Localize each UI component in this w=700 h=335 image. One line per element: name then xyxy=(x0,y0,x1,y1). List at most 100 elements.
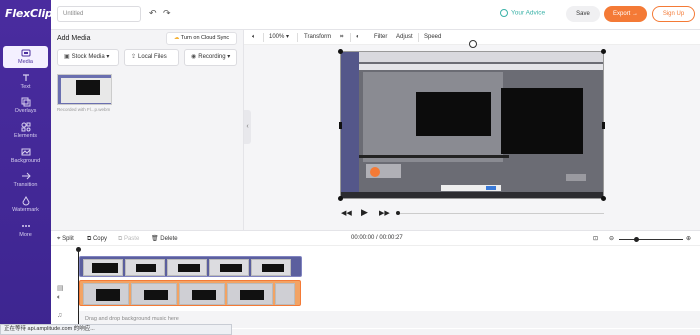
paste-icon: ⧉ xyxy=(118,236,123,242)
play-icon[interactable]: ▶ xyxy=(361,208,368,217)
top-bar: Untitled ↶ ↷ Your Advice Save Export → S… xyxy=(51,0,700,30)
zoom-in-icon[interactable]: ⊕ xyxy=(686,235,691,243)
fast-forward-icon[interactable]: ▶▶ xyxy=(379,209,390,218)
recording-dropdown[interactable]: ◉ Recording ▾ xyxy=(184,49,237,66)
transition-icon xyxy=(21,172,31,180)
more-icon xyxy=(21,225,30,227)
sidebar-item-label: Media xyxy=(18,59,33,65)
media-thumbnail[interactable] xyxy=(57,74,112,105)
overlays-icon xyxy=(21,97,30,107)
resize-handle[interactable] xyxy=(601,49,606,54)
resize-handle[interactable] xyxy=(338,196,343,201)
resize-handle[interactable] xyxy=(338,49,343,54)
delete-button[interactable]: 🗑︎ Delete xyxy=(151,235,178,243)
media-panel-title: Add Media xyxy=(57,35,91,42)
speed-button[interactable]: Speed xyxy=(424,33,441,42)
local-files-button[interactable]: ⇪ Local Files xyxy=(124,49,179,66)
adjust-button[interactable]: Adjust xyxy=(396,33,413,42)
project-title-input[interactable]: Untitled xyxy=(57,6,141,22)
sidebar-item-background[interactable]: Background xyxy=(3,145,48,167)
cloud-icon: ☁ xyxy=(173,35,180,41)
app-logo[interactable]: FlexClip xyxy=(5,7,53,20)
text-icon xyxy=(22,74,29,81)
media-icon xyxy=(21,49,30,57)
color-icon[interactable]: ◐ xyxy=(356,33,360,42)
split-label: Split xyxy=(62,236,74,242)
zoom-value: 100% xyxy=(269,34,285,40)
upload-icon: ⇪ xyxy=(131,54,137,60)
recording-label: Recording xyxy=(198,54,226,60)
sidebar: FlexClip Media Text Overlays Elements Ba… xyxy=(0,0,53,335)
stock-media-icon: ▣ xyxy=(64,54,70,60)
progress-knob[interactable] xyxy=(396,211,400,215)
local-files-label: Local Files xyxy=(138,54,167,60)
redo-icon[interactable]: ↷ xyxy=(163,9,172,18)
browser-status-bar: 正在等待 api.amplitude.com 的响应... xyxy=(0,324,232,335)
sidebar-item-label: Text xyxy=(20,84,31,90)
advice-icon xyxy=(500,9,508,17)
volume-icon[interactable]: 🔈︎ xyxy=(57,294,61,302)
sidebar-item-label: Transition xyxy=(13,182,38,188)
zoom-select[interactable]: 100% ▾ xyxy=(269,33,289,42)
video-preview[interactable] xyxy=(340,51,604,199)
recording-icon: ◉ xyxy=(191,54,197,60)
background-icon xyxy=(21,148,30,156)
transform-button[interactable]: Transform xyxy=(304,33,331,42)
trash-icon: 🗑︎ xyxy=(151,236,159,242)
media-panel: Add Media ☁ Turn on Cloud Sync ▣ Stock Me… xyxy=(51,30,244,230)
resize-handle[interactable] xyxy=(339,122,342,129)
filter-button[interactable]: Filter xyxy=(374,33,387,42)
watermark-icon xyxy=(21,196,30,206)
timecode: 00:00:00 / 00:00:27 xyxy=(351,235,403,241)
zoom-out-icon[interactable]: ⊖ xyxy=(609,235,614,243)
sidebar-item-watermark[interactable]: Watermark xyxy=(3,194,48,216)
resize-handle[interactable] xyxy=(601,196,606,201)
paste-button[interactable]: ⧉ Paste xyxy=(118,235,139,243)
sidebar-item-label: More xyxy=(19,232,32,238)
playhead[interactable] xyxy=(78,250,79,335)
playback-bar: ◀◀ ▶ ▶▶ xyxy=(251,205,700,221)
rotate-handle-icon[interactable] xyxy=(469,40,477,48)
sidebar-item-elements[interactable]: Elements xyxy=(3,120,48,142)
timeline-zoom-knob[interactable] xyxy=(634,237,639,242)
sidebar-item-text[interactable]: Text xyxy=(3,71,48,93)
copy-icon: ⧉ xyxy=(87,236,92,242)
copy-button[interactable]: ⧉ Copy xyxy=(87,235,107,243)
music-note-icon: ♫ xyxy=(57,312,63,319)
video-track-icon: ▤ xyxy=(57,285,64,292)
video-frame-image xyxy=(341,52,603,198)
volume-icon[interactable]: 🔈︎ xyxy=(252,33,256,42)
sidebar-item-label: Elements xyxy=(14,133,37,139)
total-time: 00:00:27 xyxy=(379,235,403,241)
sign-up-button[interactable]: Sign Up xyxy=(652,6,695,22)
timeline-clip-selected[interactable] xyxy=(79,280,301,306)
timeline-zoom-slider[interactable] xyxy=(619,239,683,240)
split-button[interactable]: ⌖ Split xyxy=(57,235,74,243)
current-time: 00:00:00 xyxy=(351,235,375,241)
timeline-clip-top[interactable] xyxy=(79,256,302,277)
delete-label: Delete xyxy=(160,236,178,242)
music-drop-hint: Drag and drop background music here xyxy=(85,316,179,322)
paste-label: Paste xyxy=(123,236,140,242)
save-button[interactable]: Save xyxy=(566,6,600,22)
rewind-icon[interactable]: ◀◀ xyxy=(341,209,352,218)
stock-media-dropdown[interactable]: ▣ Stock Media ▾ xyxy=(57,49,119,66)
sidebar-item-media[interactable]: Media xyxy=(3,46,48,68)
export-button[interactable]: Export → xyxy=(604,6,647,22)
sidebar-item-label: Watermark xyxy=(12,207,39,213)
resize-handle[interactable] xyxy=(602,122,605,129)
collapse-panel-button[interactable]: ‹ xyxy=(244,110,251,144)
cloud-sync-button[interactable]: ☁ Turn on Cloud Sync xyxy=(166,32,237,45)
sidebar-item-more[interactable]: More xyxy=(3,219,48,241)
sidebar-item-label: Background xyxy=(10,158,41,164)
split-icon: ⌖ xyxy=(57,236,61,242)
progress-track[interactable] xyxy=(397,213,604,214)
your-advice-link[interactable]: Your Advice xyxy=(500,9,545,17)
sidebar-item-overlays[interactable]: Overlays xyxy=(3,95,48,117)
sidebar-item-transition[interactable]: Transition xyxy=(3,169,48,191)
undo-icon[interactable]: ↶ xyxy=(149,9,158,18)
fit-timeline-icon[interactable]: ⊡ xyxy=(593,235,598,243)
advice-label: Your Advice xyxy=(511,9,546,17)
timeline-toolbar: ⌖ Split ⧉ Copy ⧉ Paste 🗑︎ Delete 00:00:0… xyxy=(51,230,700,246)
crop-icon[interactable]: ⌗ xyxy=(340,33,343,42)
